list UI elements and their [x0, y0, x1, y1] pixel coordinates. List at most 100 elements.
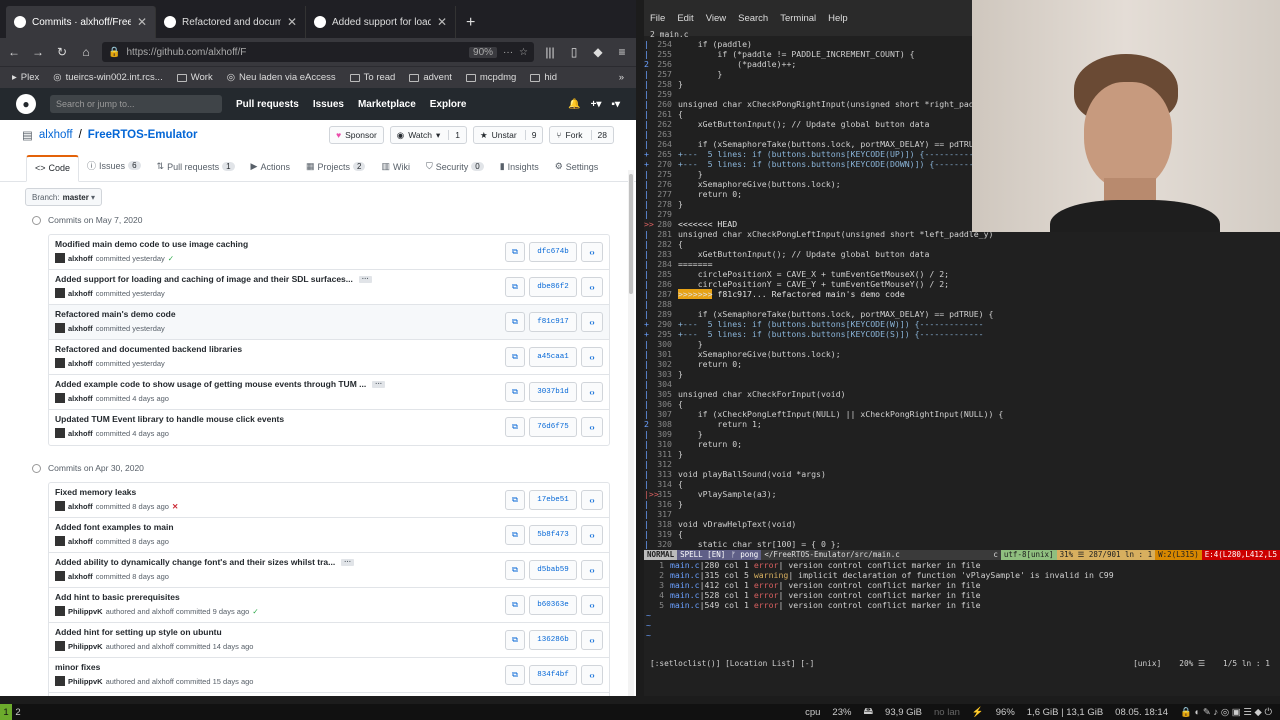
commit-sha-link[interactable]: 17ebe51 — [529, 490, 577, 510]
commit-message-link[interactable]: Added example code to show usage of gett… — [55, 379, 366, 389]
avatar[interactable] — [55, 641, 65, 651]
fork-button[interactable]: ⑂ Fork 28 — [549, 126, 614, 144]
menu-edit[interactable]: Edit — [677, 13, 693, 24]
location-entry[interactable]: 2 main.c |315 col 5 warning | implicit decl… — [644, 570, 1280, 580]
commit-sha-link[interactable]: 3037b1d — [529, 382, 577, 402]
browse-repo-button[interactable]: ‹› — [581, 277, 603, 297]
nav-issues[interactable]: Issues — [313, 99, 344, 110]
commit-author[interactable]: alxhoff — [68, 359, 93, 368]
tray-icons[interactable]: 🔒 ◐ ✎ ♪ ◎ ▣ ☰ ◆ ⏻ — [1180, 707, 1272, 718]
commit-message-link[interactable]: Added hint for setting up style on ubunt… — [55, 627, 222, 637]
github-search-input[interactable]: Search or jump to... — [50, 95, 222, 113]
branch-select[interactable]: Branch: master ▾ — [25, 188, 103, 206]
commit-author[interactable]: alxhoff — [68, 502, 93, 511]
overflow-chevron-icon[interactable]: » — [619, 72, 624, 83]
reload-icon[interactable]: ↻ — [54, 45, 70, 59]
expand-ellipsis-button[interactable]: ··· — [341, 559, 355, 567]
commit-sha-link[interactable]: 76d6f75 — [529, 417, 577, 437]
tab-wiki[interactable]: ▥ Wiki — [373, 161, 418, 181]
commit-author[interactable]: alxhoff — [68, 289, 93, 298]
new-tab-button[interactable]: + — [456, 14, 485, 38]
commit-message-link[interactable]: minor fixes — [55, 662, 100, 672]
browse-repo-button[interactable]: ‹› — [581, 490, 603, 510]
menu-view[interactable]: View — [706, 13, 726, 24]
sponsor-button[interactable]: ♥ Sponsor — [329, 126, 384, 144]
avatar[interactable] — [55, 676, 65, 686]
commit-message-link[interactable]: Add hint to basic prerequisites — [55, 592, 180, 602]
browser-tab-2[interactable]: Added support for loadin ✕ — [306, 6, 456, 38]
browse-repo-button[interactable]: ‹› — [581, 630, 603, 650]
scrollbar-thumb[interactable] — [629, 174, 633, 294]
avatar[interactable] — [55, 536, 65, 546]
unstar-button[interactable]: ★ Unstar 9 — [473, 126, 544, 144]
tab-code[interactable]: <> Code — [26, 155, 80, 182]
expand-ellipsis-button[interactable]: ··· — [358, 276, 372, 284]
copy-sha-button[interactable]: ⧉ — [505, 242, 525, 262]
page-scrollbar[interactable] — [628, 170, 634, 696]
commit-sha-link[interactable]: f81c917 — [529, 312, 577, 332]
commit-author[interactable]: PhilippvK — [68, 607, 103, 616]
bookmark-folder[interactable]: Work — [176, 72, 213, 83]
browse-repo-button[interactable]: ‹› — [581, 595, 603, 615]
avatar[interactable] — [55, 323, 65, 333]
repo-name-link[interactable]: FreeRTOS-Emulator — [88, 129, 198, 141]
url-bar[interactable]: 🔒 https://github.com/alxhoff/F 90% ··· ☆ — [102, 42, 534, 62]
commit-author[interactable]: alxhoff — [68, 572, 93, 581]
copy-sha-button[interactable]: ⧉ — [505, 312, 525, 332]
copy-sha-button[interactable]: ⧉ — [505, 347, 525, 367]
expand-ellipsis-button[interactable]: ··· — [372, 381, 385, 389]
commit-author[interactable]: alxhoff — [68, 429, 93, 438]
commit-sha-link[interactable]: 136286b — [529, 630, 577, 650]
copy-sha-button[interactable]: ⧉ — [505, 417, 525, 437]
workspace-2[interactable]: 2 — [12, 704, 24, 720]
browse-repo-button[interactable]: ‹› — [581, 312, 603, 332]
location-entry[interactable]: 4 main.c |528 col 1 error | version control… — [644, 590, 1280, 600]
commit-author[interactable]: alxhoff — [68, 254, 93, 263]
bookmark-folder[interactable]: mcpdmg — [465, 72, 516, 83]
bookmark-item[interactable]: ▸ Plex — [12, 72, 39, 83]
tab-actions[interactable]: ▶ Actions — [243, 161, 298, 181]
workspace-1[interactable]: 1 — [0, 704, 12, 720]
home-icon[interactable]: ⌂ — [78, 45, 94, 59]
bookmark-star-icon[interactable]: ☆ — [519, 47, 528, 58]
browser-tab-0[interactable]: Commits · alxhoff/FreeRTOS ✕ — [6, 6, 156, 38]
close-icon[interactable]: ✕ — [287, 15, 297, 29]
menu-terminal[interactable]: Terminal — [780, 13, 816, 24]
browse-repo-button[interactable]: ‹› — [581, 525, 603, 545]
x-icon[interactable]: ✕ — [172, 502, 178, 511]
library-icon[interactable]: ||| — [542, 45, 558, 59]
repo-owner-link[interactable]: alxhoff — [39, 129, 73, 141]
more-icon[interactable]: ··· — [503, 47, 513, 58]
avatar[interactable] — [55, 253, 65, 263]
tab-issues[interactable]: ⓘ Issues 6 — [79, 159, 148, 181]
location-entry[interactable]: 3 main.c |412 col 1 error | version control… — [644, 580, 1280, 590]
commit-sha-link[interactable]: dfc674b — [529, 242, 577, 262]
commit-author[interactable]: alxhoff — [68, 394, 93, 403]
commit-message-link[interactable]: Refactored and documented backend librar… — [55, 344, 242, 354]
commit-message-link[interactable]: Modified main demo code to use image cac… — [55, 239, 248, 249]
copy-sha-button[interactable]: ⧉ — [505, 630, 525, 650]
location-entry[interactable]: 1 main.c |280 col 1 error | version control… — [644, 560, 1280, 570]
browser-tab-1[interactable]: Refactored and documen ✕ — [156, 6, 306, 38]
browse-repo-button[interactable]: ‹› — [581, 665, 603, 685]
avatar[interactable] — [55, 428, 65, 438]
commit-message-link[interactable]: Refactored main's demo code — [55, 309, 176, 319]
github-logo-icon[interactable]: ● — [16, 94, 36, 114]
tab-settings[interactable]: ⚙ Settings — [547, 161, 607, 181]
commit-message-link[interactable]: Fixed memory leaks — [55, 487, 136, 497]
tab-pull-requests[interactable]: ⇅ Pull requests 1 — [149, 161, 243, 181]
bell-icon[interactable]: 🔔 — [568, 99, 580, 110]
commit-message-link[interactable]: Updated TUM Event library to handle mous… — [55, 414, 284, 424]
nav-pull-requests[interactable]: Pull requests — [236, 99, 299, 110]
plus-icon[interactable]: +▾ — [591, 99, 602, 110]
close-icon[interactable]: ✕ — [437, 15, 447, 29]
commit-author[interactable]: PhilippvK — [68, 677, 103, 686]
commit-sha-link[interactable]: dbe86f2 — [529, 277, 577, 297]
zoom-level[interactable]: 90% — [469, 46, 498, 58]
back-icon[interactable]: ← — [6, 45, 22, 59]
copy-sha-button[interactable]: ⧉ — [505, 382, 525, 402]
browse-repo-button[interactable]: ‹› — [581, 382, 603, 402]
watch-button[interactable]: ◉ Watch ▾ 1 — [389, 126, 468, 144]
avatar[interactable] — [55, 288, 65, 298]
browse-repo-button[interactable]: ‹› — [581, 560, 603, 580]
